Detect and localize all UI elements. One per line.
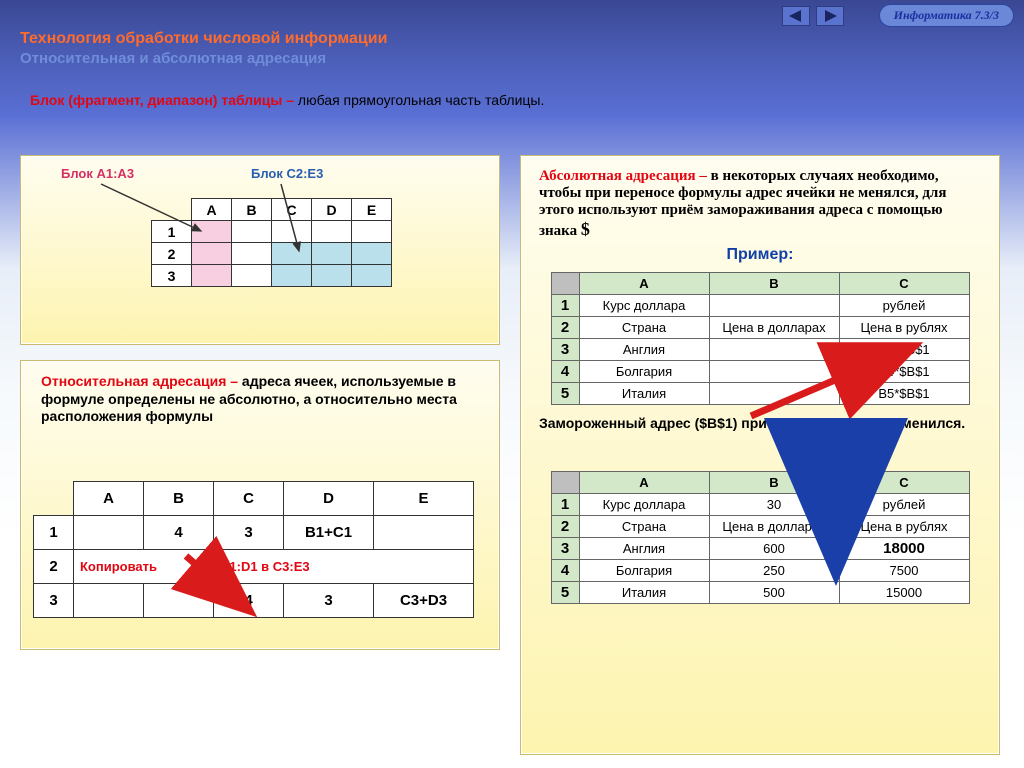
absolute-text: Абсолютная адресация – в некоторых случа…: [539, 168, 981, 240]
relative-text: Относительная адресация – адреса ячеек, …: [41, 373, 479, 426]
nav-arrows: [782, 6, 844, 26]
page-badge: Информатика 7.3/3: [879, 4, 1014, 27]
mini-grid: A B C D E 1 2 3: [151, 198, 392, 287]
absolute-panel: Абсолютная адресация – в некоторых случа…: [520, 155, 1000, 755]
abs-table-2: ABC 1Курс доллара30рублей 2СтранаЦена в …: [551, 471, 970, 604]
next-button[interactable]: [816, 6, 844, 26]
page-header: Технология обработки числовой информации…: [20, 30, 387, 67]
copy-label: Копировать: [74, 550, 214, 584]
abs-table-1: ABC 1Курс долларарублей 2СтранаЦена в до…: [551, 272, 970, 405]
frozen-note: Замороженный адрес ($B$1) при копировани…: [539, 415, 981, 431]
prev-button[interactable]: [782, 6, 810, 26]
example-header: Пример:: [539, 246, 981, 264]
block-a-label: Блок A1:A3: [61, 166, 134, 181]
title-line-1: Технология обработки числовой информации: [20, 30, 387, 48]
copy-range: B1:D1 в C3:E3: [214, 550, 474, 584]
title-line-2: Относительная и абсолютная адресация: [20, 50, 387, 67]
relative-panel: Относительная адресация – адреса ячеек, …: [20, 360, 500, 650]
blocks-panel: Блок A1:A3 Блок C2:E3 A B C D E 1 2 3: [20, 155, 500, 345]
block-c-label: Блок C2:E3: [251, 166, 323, 181]
relative-grid: A B C D E 1 4 3 B1+C1 2 Копировать B1:D1…: [33, 481, 474, 618]
intro-text: Блок (фрагмент, диапазон) таблицы – люба…: [30, 92, 544, 108]
